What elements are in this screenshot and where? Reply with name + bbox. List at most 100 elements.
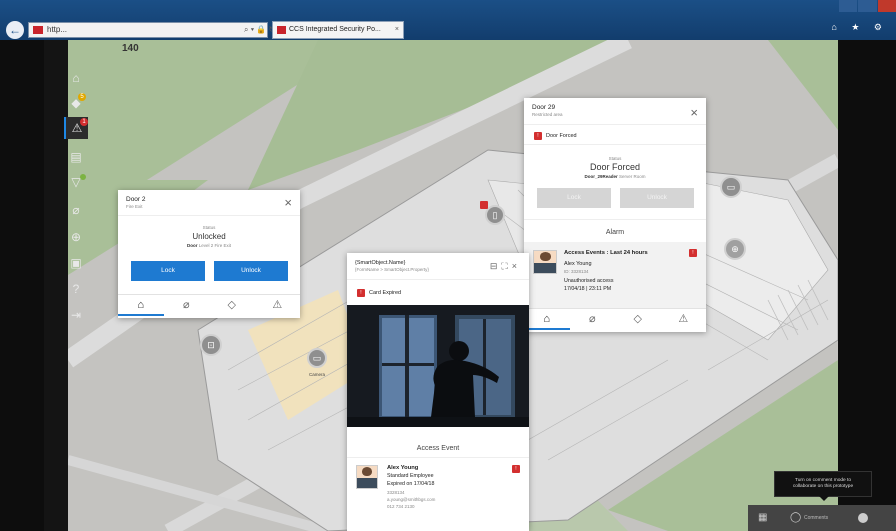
tab-lock-icon[interactable]: ⌂ (118, 295, 164, 316)
window-close-button[interactable] (877, 0, 896, 12)
right-frame (838, 40, 896, 531)
grid-icon[interactable]: ▦ (758, 512, 767, 523)
address-bar[interactable]: http... (28, 22, 268, 38)
door-29-close-icon[interactable]: × (690, 106, 698, 119)
person-alert-icon: ! (512, 465, 520, 473)
sensor-marker[interactable]: ⊕ (724, 238, 746, 260)
pin-icon[interactable]: ⊟ (490, 261, 502, 271)
tab-diamond-icon[interactable]: ◇ (209, 295, 255, 316)
close-icon[interactable]: × (512, 261, 521, 271)
door-29-title: Door 29 (532, 104, 556, 111)
door-2-status: Unlocked (192, 232, 226, 241)
tab-close-icon[interactable]: × (395, 22, 399, 38)
door-2-title: Door 2 (126, 196, 146, 203)
door-2-location-strong: Door (186, 243, 198, 248)
door-29-location: Door_29Reader Server Room (524, 174, 706, 179)
browser-tab[interactable]: CCS Integrated Security Po... × (272, 21, 404, 39)
comment-icon[interactable]: ◯ (790, 512, 801, 523)
crosshair-icon: ⊕ (731, 244, 739, 254)
door-29-tabs: ⌂ ⌀ ◇ ⚠ (524, 308, 706, 330)
home-icon: ⌂ (72, 71, 80, 85)
sidebar-item-filter[interactable]: ▽ (64, 171, 88, 193)
browser-toolbar: ← http... ⌕ ▾ 🔒 ↻ CCS Integrated Securit… (0, 0, 896, 40)
maximize-button[interactable] (858, 0, 877, 12)
camera-icon: ▭ (312, 353, 322, 363)
alarm-marker-badge (480, 201, 488, 209)
expand-icon[interactable]: ⛶ (501, 261, 511, 271)
comment-mode-tooltip: Turn on comment mode to collaborate on t… (774, 471, 872, 501)
door-2-close-icon[interactable]: × (284, 196, 292, 209)
person-id: 3328134 (387, 490, 405, 495)
door-2-location-text: Level 2 Fire Exit (198, 243, 232, 248)
divider (118, 215, 300, 216)
address-controls[interactable]: ⌕ ▾ 🔒 ↻ (244, 22, 275, 38)
minimize-button[interactable] (839, 0, 858, 12)
door-2-location: Door Level 2 Fire Exit (118, 243, 300, 248)
unlock-button[interactable]: Unlock (620, 188, 694, 208)
camera-marker[interactable]: ▭ (307, 348, 327, 368)
lock-button[interactable]: Lock (131, 261, 205, 281)
event-time: 17/04/18 | 23:11 PM (564, 286, 612, 292)
alarm-section-title: Alarm (605, 229, 625, 236)
door-29-alert: Door Forced (546, 133, 577, 139)
sidebar-item-objects[interactable]: ◆ 5 (64, 92, 88, 114)
comments-label[interactable]: Comments (804, 515, 828, 521)
door-2-status-label: Status (202, 225, 216, 230)
lock-button[interactable]: Lock (537, 188, 611, 208)
tab-alarm-icon[interactable]: ⚠ (255, 295, 301, 316)
camera-snapshot[interactable] (347, 305, 529, 427)
unlock-button[interactable]: Unlock (214, 261, 288, 281)
lock-icon: ⊕ (70, 230, 82, 244)
access-events-heading: Access Events : Last 24 hours (564, 250, 648, 256)
tab-alarm-icon[interactable]: ⚠ (661, 309, 707, 330)
sidebar-item-logout[interactable]: ⇥ (64, 304, 88, 326)
id-card-icon: ▣ (70, 256, 82, 270)
address-text: http... (47, 25, 68, 34)
event-person-name: Alex Young (564, 261, 592, 267)
tab-lock-icon[interactable]: ⌂ (524, 309, 570, 330)
divider (347, 457, 529, 458)
event-description: Unauthorised access (564, 278, 614, 284)
sidebar-item-locks[interactable]: ⊕ (64, 226, 88, 248)
door-2-subtitle: Fire Exit (126, 204, 143, 209)
tab-diamond-icon[interactable]: ◇ (615, 309, 661, 330)
panel-actions: ⊟⛶× (490, 261, 521, 272)
camera-icon: ▭ (726, 182, 736, 192)
back-button[interactable]: ← (6, 21, 24, 39)
person-name: Alex Young (387, 465, 419, 471)
sidebar-item-cards[interactable]: ▣ (64, 252, 88, 274)
floor-label: 140 (122, 43, 139, 54)
building-icon: ▤ (70, 150, 82, 164)
card-expired-alert-icon: ! (357, 289, 365, 297)
tab-tag-icon[interactable]: ⌀ (570, 309, 616, 330)
sidebar-item-buildings[interactable]: ▤ (64, 146, 88, 168)
tab-title: CCS Integrated Security Po... (289, 26, 381, 33)
person-email: a.young@smithbgs.com (387, 497, 436, 502)
objects-badge: 5 (78, 93, 86, 101)
user-avatar-icon[interactable] (858, 513, 868, 523)
person-role: Standard Employee (387, 473, 434, 479)
tab-tag-icon[interactable]: ⌀ (164, 295, 210, 316)
door-icon: ▯ (492, 210, 498, 220)
alarm-marker[interactable]: ▯ (485, 205, 505, 225)
sidebar-item-alarms[interactable]: ⚠ 1 (64, 117, 88, 139)
divider (347, 279, 529, 280)
sidebar-item-tags[interactable]: ⌀ (64, 199, 88, 221)
door-29-status: Door Forced (589, 162, 641, 172)
filter-badge (80, 174, 86, 180)
browser-icons[interactable]: ⌂ ★ ⚙ (831, 22, 888, 33)
smartobject-subtitle: {FormName > SmartObject.Property} (355, 267, 429, 272)
prototype-toolbar: ▦ ◯ Comments (748, 505, 896, 531)
avatar (533, 250, 557, 274)
camera-marker-2[interactable]: ▭ (720, 176, 742, 198)
tag-icon: ⌀ (72, 203, 80, 217)
camera-snapshot-image (347, 305, 529, 427)
door-29-location-strong: Door_29Reader (584, 174, 618, 179)
door-2-panel: Door 2 Fire Exit × Status Unlocked Door … (118, 190, 300, 318)
sidebar-item-home[interactable]: ⌂ (64, 67, 88, 89)
site-favicon-icon (33, 26, 43, 34)
sidebar-item-help[interactable]: ? (64, 278, 88, 300)
door-29-subtitle: Restricted area (532, 112, 563, 117)
door-2-marker[interactable]: ⊡ (200, 334, 222, 356)
avatar (356, 465, 378, 489)
